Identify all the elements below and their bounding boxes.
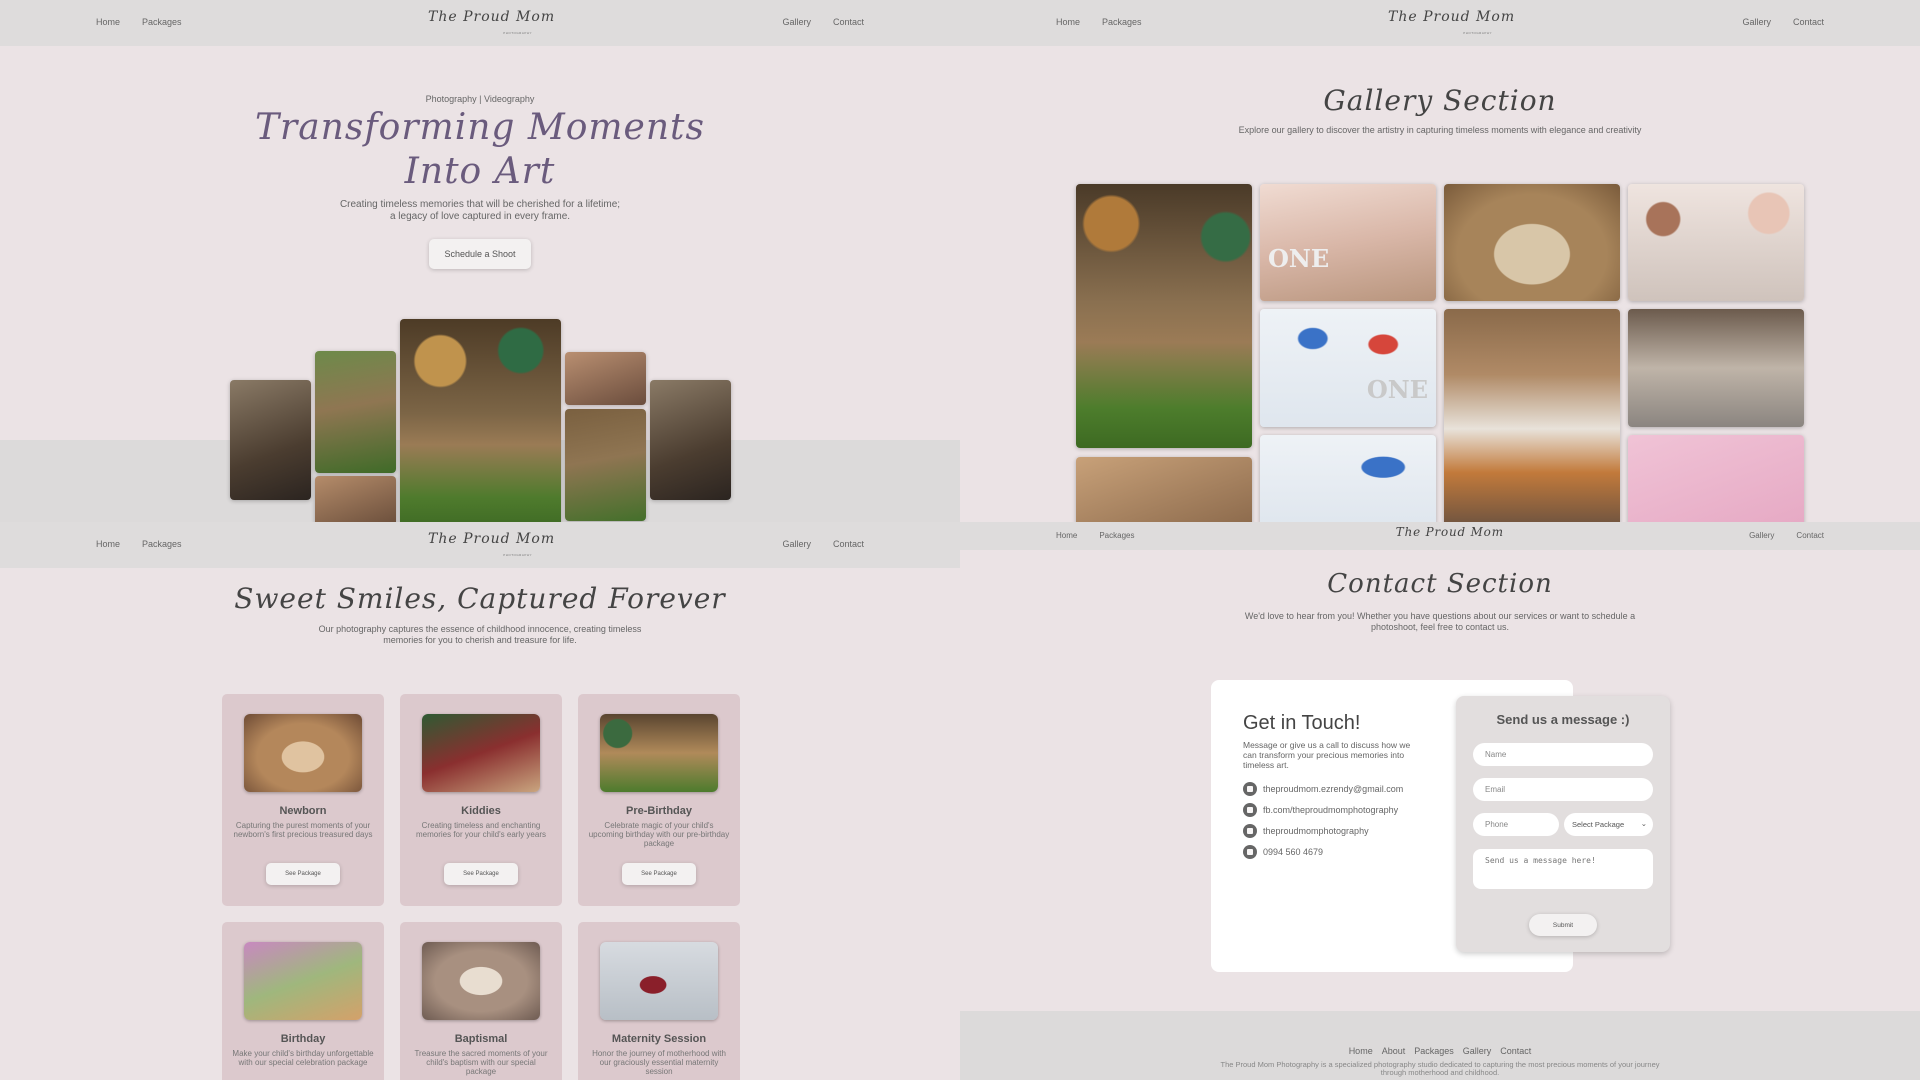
contact-email-item[interactable]: theproudmom.ezrendy@gmail.com [1243, 782, 1403, 796]
gallery-photo-3[interactable]: ONE [1260, 184, 1436, 301]
contact-facebook-item[interactable]: fb.com/theproudmomphotography [1243, 803, 1403, 817]
footer-contact-link[interactable]: Contact [1500, 1046, 1531, 1056]
packages-subtitle: Our photography captures the essence of … [318, 624, 642, 645]
hero-page-view: Home Packages The Proud Mom PHOTOGRAPHY … [0, 0, 960, 522]
gallery-title: Gallery Section [1323, 84, 1557, 117]
brand-logo[interactable]: The Proud Mom PHOTOGRAPHY [428, 9, 554, 35]
submit-button[interactable]: Submit [1529, 914, 1597, 936]
nav-packages-link[interactable]: Packages [1099, 531, 1134, 540]
nav-gallery-link[interactable]: Gallery [782, 17, 811, 27]
name-input[interactable]: Name [1473, 743, 1653, 766]
package-card-newborn: Newborn Capturing the purest moments of … [222, 694, 384, 906]
see-package-button[interactable]: See Package [444, 863, 518, 885]
top-navbar: Home Packages The Proud Mom Gallery Cont… [960, 522, 1920, 550]
hero-photo-crawl-right [565, 409, 646, 521]
form-title: Send us a message :) [1496, 712, 1630, 727]
gallery-photo-2[interactable] [1076, 457, 1252, 522]
see-package-button[interactable]: See Package [266, 863, 340, 885]
package-photo [244, 714, 362, 792]
brand-logo[interactable]: The Proud Mom PHOTOGRAPHY [428, 531, 554, 557]
packages-title: Sweet Smiles, Captured Forever [234, 582, 726, 615]
top-navbar: Home Packages The Proud Mom PHOTOGRAPHY … [960, 0, 1920, 46]
message-textarea[interactable]: Send us a message here! [1473, 849, 1653, 889]
gallery-subtitle: Explore our gallery to discover the arti… [1238, 125, 1642, 135]
phone-input[interactable]: Phone [1473, 813, 1559, 836]
email-input[interactable]: Email [1473, 778, 1653, 801]
brand-logo[interactable]: The Proud Mom PHOTOGRAPHY [1388, 9, 1514, 35]
gallery-page-view: Home Packages The Proud Mom PHOTOGRAPHY … [960, 0, 1920, 522]
package-card-pre-birthday: Pre-Birthday Celebrate magic of your chi… [578, 694, 740, 906]
instagram-icon [1243, 824, 1257, 838]
gallery-photo-10[interactable] [1628, 435, 1804, 522]
package-photo [600, 714, 718, 792]
package-card-birthday: Birthday Make your child's birthday unfo… [222, 922, 384, 1080]
gallery-photo-4[interactable]: ONE [1260, 309, 1436, 427]
contact-list: theproudmom.ezrendy@gmail.com fb.com/the… [1243, 782, 1403, 866]
package-card-maternity: Maternity Session Honor the journey of m… [578, 922, 740, 1080]
gallery-photo-6[interactable] [1444, 184, 1620, 301]
nav-gallery-link[interactable]: Gallery [782, 539, 811, 549]
contact-page-view: Home Packages The Proud Mom Gallery Cont… [960, 522, 1920, 1080]
footer-home-link[interactable]: Home [1349, 1046, 1373, 1056]
gallery-photo-5[interactable] [1260, 435, 1436, 522]
package-card-baptismal: Baptismal Treasure the sacred moments of… [400, 922, 562, 1080]
message-form: Send us a message :) Name Email Phone Se… [1456, 696, 1670, 952]
mail-icon [1243, 782, 1257, 796]
top-navbar: Home Packages The Proud Mom PHOTOGRAPHY … [0, 522, 960, 568]
nav-home-link[interactable]: Home [1056, 17, 1080, 27]
get-in-touch-heading: Get in Touch! [1243, 712, 1361, 734]
contact-subtitle: We'd love to hear from you! Whether you … [1244, 611, 1636, 632]
phone-icon [1243, 845, 1257, 859]
packages-page-view: Home Packages The Proud Mom PHOTOGRAPHY … [0, 522, 960, 1080]
footer: Home About Packages Gallery Contact The … [960, 1011, 1920, 1080]
hero-photo-crawl-left [315, 351, 396, 473]
chevron-down-icon: ⌄ [1640, 819, 1647, 828]
hero-subtitle: Creating timeless memories that will be … [339, 199, 621, 222]
nav-gallery-link[interactable]: Gallery [1749, 531, 1774, 540]
brand-logo[interactable]: The Proud Mom [1396, 526, 1503, 548]
hero-photo-boy-left [230, 380, 311, 500]
footer-about-link[interactable]: About [1382, 1046, 1406, 1056]
package-card-kiddies: Kiddies Creating timeless and enchanting… [400, 694, 562, 906]
gallery-photo-9[interactable] [1628, 309, 1804, 427]
see-package-button[interactable]: See Package [622, 863, 696, 885]
footer-description: The Proud Mom Photography is a specializ… [1220, 1060, 1660, 1077]
nav-home-link[interactable]: Home [96, 17, 120, 27]
hero-photo-main [400, 319, 561, 522]
gallery-photo-8[interactable] [1628, 184, 1804, 301]
nav-packages-link[interactable]: Packages [1102, 17, 1142, 27]
top-navbar: Home Packages The Proud Mom PHOTOGRAPHY … [0, 0, 960, 46]
nav-contact-link[interactable]: Contact [833, 17, 864, 27]
package-photo [244, 942, 362, 1020]
hero-photo-newborn-right [565, 352, 646, 405]
gallery-photo-7[interactable] [1444, 309, 1620, 522]
hero-photo-boy-right [650, 380, 731, 500]
gallery-photo-1[interactable] [1076, 184, 1252, 448]
footer-packages-link[interactable]: Packages [1414, 1046, 1454, 1056]
nav-contact-link[interactable]: Contact [1793, 17, 1824, 27]
facebook-icon [1243, 803, 1257, 817]
contact-title: Contact Section [1327, 569, 1553, 599]
get-in-touch-desc: Message or give us a call to discuss how… [1243, 740, 1411, 770]
package-photo [422, 714, 540, 792]
package-photo [600, 942, 718, 1020]
package-select[interactable]: Select Package ⌄ [1564, 813, 1653, 836]
nav-packages-link[interactable]: Packages [142, 17, 182, 27]
hero-kicker: Photography | Videography [425, 94, 535, 104]
nav-home-link[interactable]: Home [96, 539, 120, 549]
nav-gallery-link[interactable]: Gallery [1742, 17, 1771, 27]
hero-title: Transforming Moments Into Art [255, 107, 705, 192]
contact-instagram-item[interactable]: theproudmomphotography [1243, 824, 1403, 838]
hero-photo-newborn-left [315, 476, 396, 522]
nav-packages-link[interactable]: Packages [142, 539, 182, 549]
contact-phone-item[interactable]: 0994 560 4679 [1243, 845, 1403, 859]
schedule-shoot-button[interactable]: Schedule a Shoot [429, 239, 531, 269]
footer-links: Home About Packages Gallery Contact [960, 1046, 1920, 1056]
nav-contact-link[interactable]: Contact [1796, 531, 1824, 540]
nav-contact-link[interactable]: Contact [833, 539, 864, 549]
footer-gallery-link[interactable]: Gallery [1463, 1046, 1492, 1056]
nav-home-link[interactable]: Home [1056, 531, 1077, 540]
package-photo [422, 942, 540, 1020]
